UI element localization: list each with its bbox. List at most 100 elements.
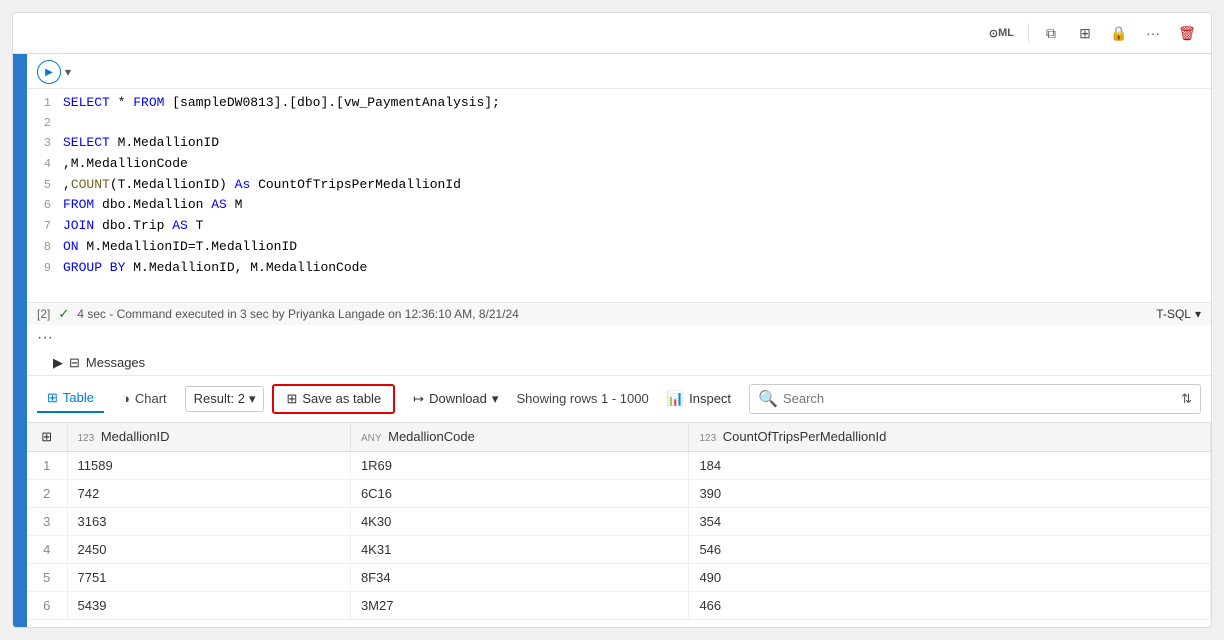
table-row: 5 7751 8F34 490 xyxy=(27,563,1211,591)
count-cell: 390 xyxy=(689,479,1211,507)
col-type-count: 123 xyxy=(699,433,716,444)
count-cell: 184 xyxy=(689,451,1211,479)
separator-1 xyxy=(1028,23,1029,43)
save-as-table-button[interactable]: ⊞ Save as table xyxy=(272,384,395,414)
col-header-rownum: ⊞ xyxy=(27,423,67,452)
ml-icon: ⊙ xyxy=(989,27,998,40)
run-button[interactable]: ▶ xyxy=(37,60,61,84)
line-content: ON M.MedallionID=T.MedallionID xyxy=(63,237,1211,258)
run-dropdown-button[interactable]: ▾ xyxy=(65,65,71,79)
chart-tab-label: Chart xyxy=(135,391,167,406)
row-num-cell: 3 xyxy=(27,507,67,535)
download-icon: ↦ xyxy=(413,391,424,407)
more-button[interactable]: ··· xyxy=(1139,19,1167,47)
code-line: 8 ON M.MedallionID=T.MedallionID xyxy=(27,237,1211,258)
medallionid-cell: 11589 xyxy=(67,451,350,479)
line-number: 9 xyxy=(27,259,63,278)
line-number: 4 xyxy=(27,155,63,174)
medallioncode-cell: 4K31 xyxy=(350,535,689,563)
medallioncode-cell: 1R69 xyxy=(350,451,689,479)
line-content: SELECT M.MedallionID xyxy=(63,133,1211,154)
table-row: 2 742 6C16 390 xyxy=(27,479,1211,507)
code-line: 3SELECT M.MedallionID xyxy=(27,133,1211,154)
expand-icon[interactable]: ▶ xyxy=(53,355,63,371)
col-header-count: 123 CountOfTripsPerMedallionId xyxy=(689,423,1211,452)
editor-content: ▶ ▾ 1SELECT * FROM [sampleDW0813].[dbo].… xyxy=(27,54,1211,627)
search-input[interactable] xyxy=(783,391,1176,406)
medallionid-cell: 7751 xyxy=(67,563,350,591)
row-num-cell: 6 xyxy=(27,591,67,619)
result-selector[interactable]: Result: 2 ▾ xyxy=(185,386,265,412)
line-content: JOIN dbo.Trip AS T xyxy=(63,216,1211,237)
col-header-medallionid: 123 MedallionID xyxy=(67,423,350,452)
code-line: 2 xyxy=(27,114,1211,133)
code-editor[interactable]: 1SELECT * FROM [sampleDW0813].[dbo].[vw_… xyxy=(27,89,1211,302)
save-as-table-icon: ⊞ xyxy=(286,391,297,407)
grid-button[interactable]: ⊞ xyxy=(1071,19,1099,47)
table-row: 4 2450 4K31 546 xyxy=(27,535,1211,563)
table-row: 3 3163 4K30 354 xyxy=(27,507,1211,535)
inspect-button[interactable]: 📊 Inspect xyxy=(657,385,741,412)
ml-button[interactable]: ⊙ ML xyxy=(983,19,1020,47)
copy-button[interactable]: ⧉ xyxy=(1037,19,1065,47)
code-line: 9 GROUP BY M.MedallionID, M.MedallionCod… xyxy=(27,258,1211,279)
ml-label: ML xyxy=(998,27,1014,39)
result-select-chevron-icon: ▾ xyxy=(249,391,256,407)
ellipsis-row[interactable]: ··· xyxy=(27,325,1211,351)
medallioncode-cell: 8F34 xyxy=(350,563,689,591)
top-toolbar: ⊙ ML ⧉ ⊞ 🔒 ··· 🗑 xyxy=(13,13,1211,54)
grid-header-icon: ⊞ xyxy=(41,429,52,444)
main-container: ⊙ ML ⧉ ⊞ 🔒 ··· 🗑 ▶ ▾ xyxy=(12,12,1212,628)
col-type-medallioncode: ANY xyxy=(361,433,382,444)
count-cell: 546 xyxy=(689,535,1211,563)
result-select-label: Result: 2 xyxy=(194,391,245,406)
medallioncode-cell: 3M27 xyxy=(350,591,689,619)
line-content: GROUP BY M.MedallionID, M.MedallionCode xyxy=(63,258,1211,279)
line-number: 6 xyxy=(27,196,63,215)
showing-rows-label: Showing rows 1 - 1000 xyxy=(516,391,648,406)
chevron-down-icon: ▾ xyxy=(65,65,71,79)
count-cell: 466 xyxy=(689,591,1211,619)
code-line: 5 ,COUNT(T.MedallionID) As CountOfTripsP… xyxy=(27,175,1211,196)
code-line: 7 JOIN dbo.Trip AS T xyxy=(27,216,1211,237)
line-content: FROM dbo.Medallion AS M xyxy=(63,195,1211,216)
editor-area: ▶ ▾ 1SELECT * FROM [sampleDW0813].[dbo].… xyxy=(13,54,1211,627)
medallioncode-cell: 6C16 xyxy=(350,479,689,507)
inspect-label: Inspect xyxy=(689,391,731,406)
row-num-cell: 2 xyxy=(27,479,67,507)
line-number: 7 xyxy=(27,217,63,236)
run-bar: ▶ ▾ xyxy=(27,54,1211,89)
check-icon: ✓ xyxy=(58,306,69,322)
copy-icon: ⧉ xyxy=(1046,25,1056,42)
lock-button[interactable]: 🔒 xyxy=(1105,19,1133,47)
col-name-medallioncode: MedallionCode xyxy=(388,429,475,444)
table-tab-label: Table xyxy=(63,390,94,405)
line-number: 1 xyxy=(27,94,63,113)
medallionid-cell: 2450 xyxy=(67,535,350,563)
lock-icon: 🔒 xyxy=(1110,25,1127,42)
code-line: 6 FROM dbo.Medallion AS M xyxy=(27,195,1211,216)
line-number: 3 xyxy=(27,134,63,153)
download-button[interactable]: ↦ Download ▾ xyxy=(403,386,508,412)
medallionid-cell: 742 xyxy=(67,479,350,507)
search-icon: 🔍 xyxy=(758,389,778,409)
data-table: ⊞ 123 MedallionID ANY MedallionCode xyxy=(27,423,1211,620)
delete-button[interactable]: 🗑 xyxy=(1173,19,1201,47)
status-bar: [2] ✓ 4 sec - Command executed in 3 sec … xyxy=(27,302,1211,325)
table-header-row: ⊞ 123 MedallionID ANY MedallionCode xyxy=(27,423,1211,452)
count-cell: 354 xyxy=(689,507,1211,535)
table-body: 1 11589 1R69 184 2 742 6C16 390 3 3163 4… xyxy=(27,451,1211,619)
table-tab[interactable]: ⊞ Table xyxy=(37,385,104,413)
messages-label: Messages xyxy=(86,355,145,370)
search-box[interactable]: 🔍 ⇅ xyxy=(749,384,1201,414)
chart-tab[interactable]: ◑ Chart xyxy=(112,386,177,411)
filter-icon[interactable]: ⇅ xyxy=(1181,391,1192,407)
col-type-medallionid: 123 xyxy=(78,433,95,444)
row-num-cell: 4 xyxy=(27,535,67,563)
row-num-cell: 1 xyxy=(27,451,67,479)
line-content: SELECT * FROM [sampleDW0813].[dbo].[vw_P… xyxy=(63,93,1211,114)
left-accent-bar xyxy=(13,54,27,627)
language-selector[interactable]: T-SQL ▾ xyxy=(1156,307,1201,321)
medallionid-cell: 3163 xyxy=(67,507,350,535)
download-label: Download xyxy=(429,391,487,406)
